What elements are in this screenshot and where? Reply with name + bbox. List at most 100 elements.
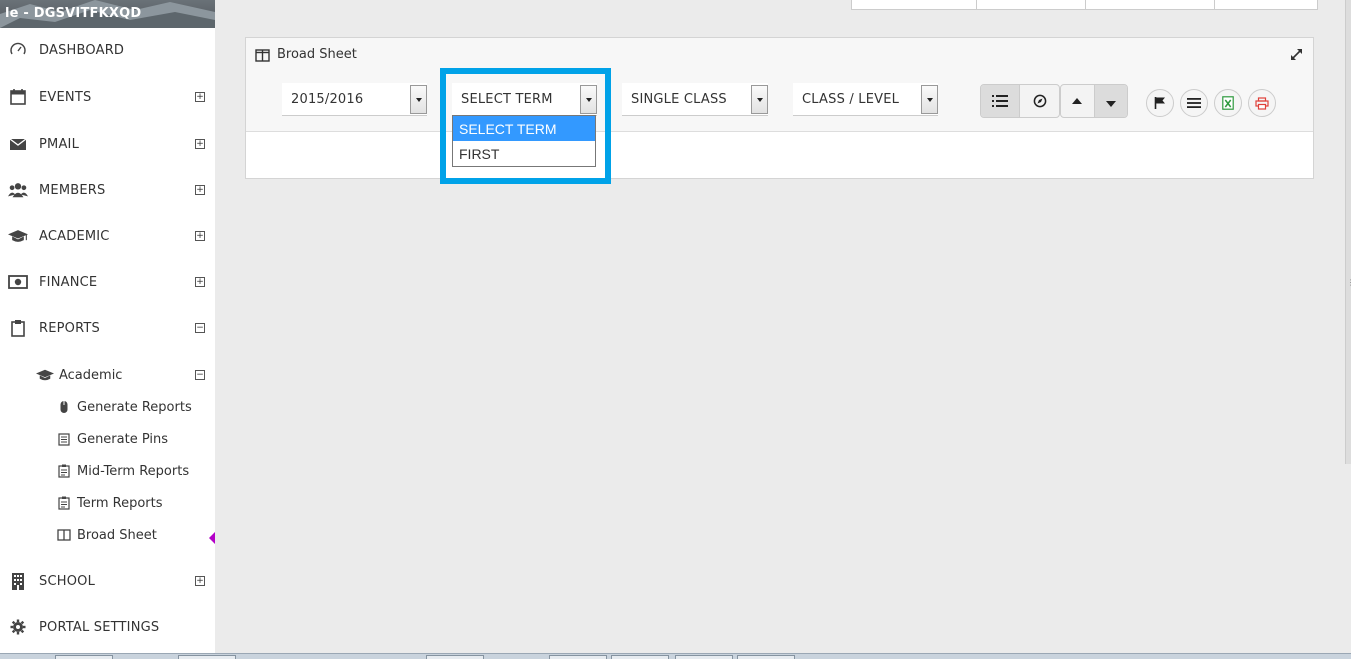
sidebar-item-label: ACADEMIC [39,228,110,244]
sidebar-item-label: PORTAL SETTINGS [39,619,160,635]
print-button[interactable] [1248,89,1276,117]
sidebar-item-finance[interactable]: FINANCE + [0,267,215,297]
sidebar-item-label: SCHOOL [39,573,96,589]
class-level-select[interactable]: CLASS / LEVEL [793,83,938,116]
expand-plus-icon[interactable]: + [195,231,205,241]
export-excel-button[interactable] [1214,89,1242,117]
taskbar-button[interactable] [549,655,607,659]
money-bill-icon [8,272,28,292]
panel-title: Broad Sheet [277,47,357,62]
graduation-cap-icon [8,226,28,246]
sort-toggle-group [1060,84,1128,118]
sidebar: le - DGSVITFKXQD DASHBOARD EVENTS + PMAI… [0,0,215,653]
calendar-icon [8,87,28,107]
sidebar-item-academic[interactable]: ACADEMIC + [0,221,215,251]
list-document-icon [56,431,72,447]
sidebar-subitem-broad-sheet[interactable]: Broad Sheet [56,522,157,548]
sidebar-item-label: EVENTS [39,89,92,105]
scrollbar-grip-icon[interactable]: ⋮ [1347,278,1351,287]
collapse-minus-icon[interactable]: − [195,370,205,380]
collapse-minus-icon[interactable]: − [195,323,205,333]
term-dropdown-list[interactable]: SELECT TERM FIRST [452,115,596,167]
sidebar-subitem-mid-term-reports[interactable]: Mid-Term Reports [56,458,189,484]
sidebar-subitem-generate-reports[interactable]: Generate Reports [56,394,192,420]
sidebar-subitem-label: Generate Pins [77,431,169,447]
sidebar-subitem-term-reports[interactable]: Term Reports [56,490,163,516]
session-select-value: 2015/2016 [291,92,364,107]
report-document-icon [56,495,72,511]
sidebar-subitem-label: Academic [59,367,123,383]
gear-icon [8,617,28,637]
envelope-icon [8,134,28,154]
page-scrollbar[interactable] [1345,0,1351,464]
sidebar-subitem-generate-pins[interactable]: Generate Pins [56,426,168,452]
sidebar-item-dashboard[interactable]: DASHBOARD [0,35,215,65]
mode-select[interactable]: SINGLE CLASS [622,83,768,116]
list-icon [992,95,1008,107]
report-document-icon [56,463,72,479]
sidebar-item-reports[interactable]: REPORTS − [0,313,215,343]
excel-file-icon [1222,96,1234,110]
chevron-down-icon[interactable] [751,85,768,114]
sort-down-button[interactable] [1094,85,1127,117]
top-toolbar-segment[interactable] [977,0,1086,9]
sidebar-subitem-academic[interactable]: Academic − [36,362,215,388]
sidebar-item-portal-settings[interactable]: PORTAL SETTINGS [0,612,215,642]
term-option-first[interactable]: FIRST [453,141,595,166]
caret-down-icon [1105,101,1116,107]
sidebar-item-label: DASHBOARD [39,42,125,58]
sidebar-item-label: FINANCE [39,274,98,290]
expand-plus-icon[interactable]: + [195,92,205,102]
session-select[interactable]: 2015/2016 [282,83,427,116]
list-view-button[interactable] [981,85,1020,117]
taskbar-button[interactable] [611,655,669,659]
chevron-down-icon[interactable] [410,85,427,114]
top-toolbar-segment[interactable] [1215,0,1317,9]
sidebar-item-events[interactable]: EVENTS + [0,82,215,112]
brand-header: le - DGSVITFKXQD [0,0,215,28]
compass-icon [1033,94,1046,108]
expand-plus-icon[interactable]: + [195,185,205,195]
active-item-marker [209,532,215,544]
sidebar-item-school[interactable]: SCHOOL + [0,566,215,596]
compass-button[interactable] [1020,85,1059,117]
panel-header: Broad Sheet 2015/2016 SELECT TERM SINGLE… [246,38,1313,132]
building-icon [8,571,28,591]
columns-icon [255,47,270,66]
top-toolbar-segment[interactable] [852,0,977,9]
sidebar-subitem-label: Term Reports [77,495,163,511]
sidebar-subitem-label: Mid-Term Reports [77,463,190,479]
term-option-select-term[interactable]: SELECT TERM [453,116,595,141]
clipboard-icon [8,318,28,338]
hamburger-menu-icon [1187,98,1201,108]
expand-plus-icon[interactable]: + [195,277,205,287]
dashboard-gauge-icon [8,40,28,60]
caret-up-icon [1072,98,1083,104]
sidebar-item-label: REPORTS [39,320,100,336]
taskbar-button[interactable] [737,655,795,659]
expand-plus-icon[interactable]: + [195,576,205,586]
fullscreen-expand-icon[interactable] [1290,46,1303,65]
chevron-down-icon[interactable] [921,85,938,114]
flag-icon [1154,97,1165,109]
graduation-cap-icon [36,367,54,383]
sort-up-button[interactable] [1061,85,1095,117]
sidebar-subitem-label: Generate Reports [77,399,192,415]
flag-button[interactable] [1146,89,1174,117]
columns-icon [56,527,72,543]
sidebar-item-pmail[interactable]: PMAIL + [0,129,215,159]
menu-button[interactable] [1180,89,1208,117]
top-toolbar-segment[interactable] [1086,0,1216,9]
class-level-select-value: CLASS / LEVEL [802,92,900,107]
school-code: le - DGSVITFKXQD [5,6,142,21]
users-icon [8,180,28,200]
expand-plus-icon[interactable]: + [195,139,205,149]
taskbar-button[interactable] [426,655,484,659]
taskbar-button[interactable] [55,655,113,659]
sidebar-item-members[interactable]: MEMBERS + [0,175,215,205]
top-toolbar-fragment [851,0,1318,10]
printer-icon [1255,96,1269,110]
sidebar-item-label: PMAIL [39,136,80,152]
taskbar-button[interactable] [675,655,733,659]
taskbar-button[interactable] [178,655,236,659]
